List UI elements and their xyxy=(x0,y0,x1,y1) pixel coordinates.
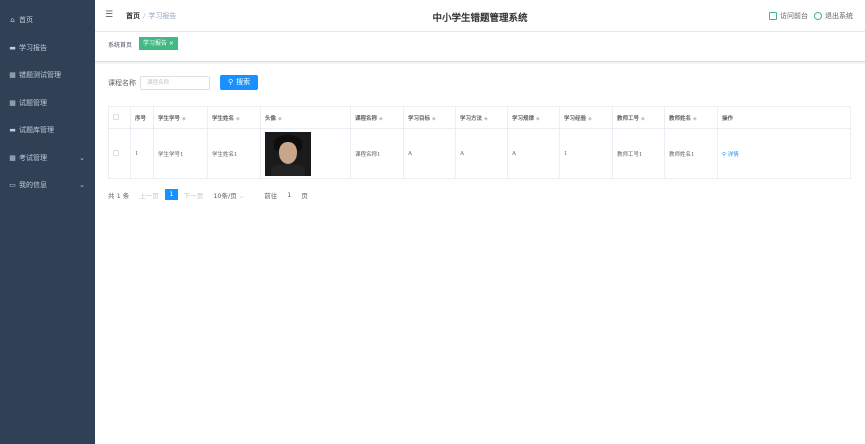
table-header-row: 序号 学生学号 ◆ 学生姓名 ◆ 头像 ◆ 课程名称 ◆ 学习目标 ◆ 学习方法 ◆ 学习规… xyxy=(108,106,851,129)
visit-front-link[interactable]: 访问前台 xyxy=(780,11,808,21)
header-actions: 访问前台 退出系统 xyxy=(769,11,853,21)
col-header[interactable]: 教师姓名 ◆ xyxy=(664,106,718,129)
col-header[interactable]: 学习规律 ◆ xyxy=(507,106,560,129)
col-header[interactable]: 学生姓名 ◆ xyxy=(207,106,261,129)
grid-icon: ▦ xyxy=(9,71,16,79)
sidebar-item-label: 首页 xyxy=(19,16,33,24)
search-label: 课程名称 xyxy=(108,78,136,87)
sidebar-item-question-bank[interactable]: ▬ 试题库管理 xyxy=(0,117,95,145)
sort-icon: ◆ xyxy=(693,115,697,122)
main-content: 课程名称 课程名称 ⚲ 搜索 序号 学生学号 ◆ 学生姓名 ◆ 头像 ◆ 课程名称 ◆ … xyxy=(95,64,865,444)
select-all-cell xyxy=(108,106,131,129)
tag-study-report[interactable]: 学习报告 × xyxy=(139,37,178,50)
col-header: 序号 xyxy=(130,106,154,129)
table-row: 1 学生学号1 学生姓名1 课程名称1 A A A 1 教师工号1 教师姓名1 … xyxy=(108,128,851,179)
search-input[interactable]: 课程名称 xyxy=(140,75,210,90)
cell-experience: 1 xyxy=(559,128,613,179)
sidebar-item-wrong-test[interactable]: ▦ 错题测试管理 xyxy=(0,62,95,90)
header: ☰ 首页 / 学习报告 中小学生错题管理系统 访问前台 退出系统 xyxy=(95,0,865,32)
cell-avatar xyxy=(260,128,351,179)
chevron-down-icon: ⌄ xyxy=(238,191,245,200)
col-header[interactable]: 学习方法 ◆ xyxy=(455,106,508,129)
page-unit-label: 页 xyxy=(301,191,308,200)
page-size-select[interactable]: 10条/页 ⌄ xyxy=(213,190,244,200)
cell-teacher-no: 教师工号1 xyxy=(612,128,665,179)
prev-page-button[interactable]: 上一页 xyxy=(139,190,159,200)
sidebar-item-label: 试题库管理 xyxy=(19,126,54,134)
home-icon: ⌂ xyxy=(10,16,15,24)
search-icon: ⚲ xyxy=(722,151,727,158)
col-header[interactable]: 头像 ◆ xyxy=(260,106,351,129)
search-button[interactable]: ⚲ 搜索 xyxy=(220,75,259,90)
sidebar-item-label: 考试管理 xyxy=(19,153,47,162)
avatar xyxy=(265,131,311,176)
cell-pattern: A xyxy=(507,128,560,179)
col-header[interactable]: 学习经验 ◆ xyxy=(559,106,613,129)
sidebar-item-home[interactable]: ⌂ 首页 xyxy=(0,7,95,35)
folder-icon: ▭ xyxy=(9,181,16,189)
question-icon xyxy=(814,12,822,20)
tags-view: 系统首页 学习报告 × xyxy=(95,32,865,62)
sort-icon: ◆ xyxy=(182,115,186,122)
sidebar-item-label: 错题测试管理 xyxy=(19,71,61,79)
cell-goal: A xyxy=(403,128,456,179)
sidebar-item-label: 我的信息 xyxy=(19,181,47,189)
data-table: 序号 学生学号 ◆ 学生姓名 ◆ 头像 ◆ 课程名称 ◆ 学习目标 ◆ 学习方法 ◆ 学习规… xyxy=(108,106,851,179)
page-number-button[interactable]: 1 xyxy=(164,189,178,200)
col-header[interactable]: 教师工号 ◆ xyxy=(612,106,665,129)
cell-index: 1 xyxy=(130,128,154,179)
row-checkbox[interactable] xyxy=(113,150,119,157)
goto-input[interactable]: 1 xyxy=(287,191,291,199)
page-title: 中小学生错题管理系统 xyxy=(432,13,528,24)
sidebar: ⌂ 首页 ▬ 学习报告 ▦ 错题测试管理 ▦ 试题管理 ▬ 试题库管理 ▦ 考试… xyxy=(0,0,95,444)
cell-action: ⚲ 详情 xyxy=(717,128,851,179)
cell-student-name: 学生姓名1 xyxy=(207,128,261,179)
sidebar-item-question[interactable]: ▦ 试题管理 xyxy=(0,90,95,118)
sort-icon: ◆ xyxy=(278,115,282,122)
logout-link[interactable]: 退出系统 xyxy=(825,11,853,21)
sidebar-item-label: 试题管理 xyxy=(19,98,47,107)
search-icon: ⚲ xyxy=(228,78,234,86)
sidebar-item-exam[interactable]: ▦ 考试管理 ⌄ xyxy=(0,145,95,173)
sort-icon: ◆ xyxy=(236,115,240,122)
cell-teacher-name: 教师姓名1 xyxy=(664,128,718,179)
cell-method: A xyxy=(455,128,508,179)
cell-course: 课程名称1 xyxy=(350,128,404,179)
grid-icon: ▦ xyxy=(9,98,16,107)
detail-button[interactable]: ⚲ 详情 xyxy=(722,152,739,158)
row-select-cell xyxy=(108,128,131,179)
select-all-checkbox[interactable] xyxy=(113,114,119,121)
sort-icon: ◆ xyxy=(641,115,645,122)
cell-student-no: 学生学号1 xyxy=(153,128,208,179)
sidebar-item-label: 学习报告 xyxy=(19,43,47,52)
sort-icon: ◆ xyxy=(432,115,436,122)
chevron-down-icon: ⌄ xyxy=(79,153,85,162)
tag-home[interactable]: 系统首页 xyxy=(108,40,132,49)
sort-icon: ◆ xyxy=(536,115,540,122)
pagination: 共 1 条 上一页 1 下一页 10条/页 ⌄ 前往 1 页 xyxy=(108,189,308,200)
search-form: 课程名称 课程名称 ⚲ 搜索 xyxy=(108,75,259,90)
monitor-icon xyxy=(769,12,777,20)
chevron-down-icon: ⌄ xyxy=(79,181,85,189)
search-button-label: 搜索 xyxy=(236,78,251,86)
chat-icon: ▬ xyxy=(9,126,16,134)
pager-total: 共 1 条 xyxy=(108,191,130,200)
col-header[interactable]: 学生学号 ◆ xyxy=(153,106,208,129)
col-header: 操作 xyxy=(717,106,851,129)
briefcase-icon: ▬ xyxy=(9,43,16,52)
col-header[interactable]: 学习目标 ◆ xyxy=(403,106,456,129)
sort-icon: ◆ xyxy=(379,115,383,122)
sidebar-item-my-info[interactable]: ▭ 我的信息 ⌄ xyxy=(0,172,95,200)
grid-icon: ▦ xyxy=(9,153,16,162)
sort-icon: ◆ xyxy=(484,115,488,122)
sort-icon: ◆ xyxy=(588,115,592,122)
next-page-button[interactable]: 下一页 xyxy=(184,190,204,200)
col-header[interactable]: 课程名称 ◆ xyxy=(350,106,404,129)
sidebar-item-study-report[interactable]: ▬ 学习报告 xyxy=(0,35,95,63)
goto-label: 前往 xyxy=(264,191,278,200)
